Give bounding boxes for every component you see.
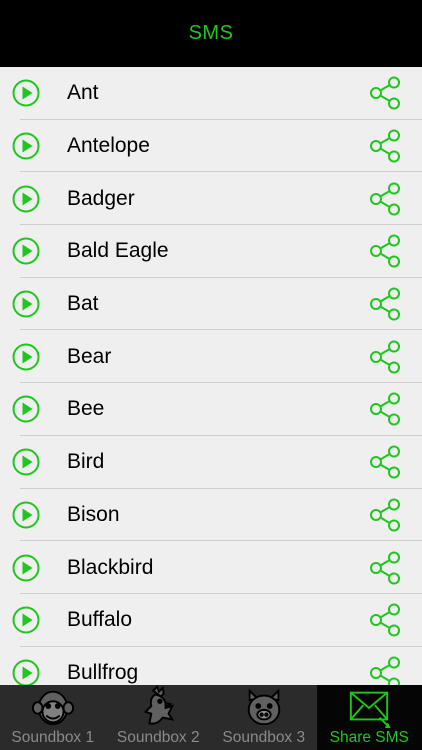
share-icon[interactable] xyxy=(368,550,403,585)
share-icon[interactable] xyxy=(368,181,403,216)
list-item[interactable]: Bullfrog xyxy=(0,647,422,685)
tab-label: Soundbox 1 xyxy=(11,729,95,746)
monkey-icon xyxy=(31,690,74,726)
list-item[interactable]: Bird xyxy=(0,436,422,489)
item-label: Bee xyxy=(67,397,105,421)
item-label: Blackbird xyxy=(67,555,154,579)
tab-soundbox-3[interactable]: Soundbox 3 xyxy=(211,685,317,750)
list-item[interactable]: Ant xyxy=(0,67,422,120)
share-icon[interactable] xyxy=(368,129,403,164)
play-circle-icon[interactable] xyxy=(12,237,40,265)
share-icon[interactable] xyxy=(368,603,403,638)
item-label: Bear xyxy=(67,344,112,368)
tab-soundbox-1[interactable]: Soundbox 1 xyxy=(0,685,106,750)
item-label: Bald Eagle xyxy=(67,239,169,263)
share-icon[interactable] xyxy=(368,392,403,427)
list-item[interactable]: Bat xyxy=(0,278,422,331)
list-item[interactable]: Bald Eagle xyxy=(0,225,422,278)
play-circle-icon[interactable] xyxy=(12,79,40,107)
list-item[interactable]: Bear xyxy=(0,330,422,383)
list-item[interactable]: Badger xyxy=(0,172,422,225)
envelope-icon xyxy=(350,691,391,729)
play-circle-icon[interactable] xyxy=(12,606,40,634)
share-icon[interactable] xyxy=(368,287,403,322)
list-item[interactable]: Blackbird xyxy=(0,541,422,594)
share-icon[interactable] xyxy=(368,339,403,374)
share-icon[interactable] xyxy=(368,234,403,269)
tab-label: Soundbox 3 xyxy=(222,729,306,746)
list-item[interactable]: Buffalo xyxy=(0,594,422,647)
item-label: Bullfrog xyxy=(67,660,139,684)
play-circle-icon[interactable] xyxy=(12,554,40,582)
item-label: Bat xyxy=(67,292,99,316)
tab-soundbox-2[interactable]: Soundbox 2 xyxy=(106,685,212,750)
tab-label: Soundbox 2 xyxy=(116,729,200,746)
navigation-bar: SMS xyxy=(0,0,422,67)
play-circle-icon[interactable] xyxy=(12,501,40,529)
play-circle-icon[interactable] xyxy=(12,659,40,685)
list-item[interactable]: Antelope xyxy=(0,120,422,173)
play-circle-icon[interactable] xyxy=(12,343,40,371)
share-icon[interactable] xyxy=(368,655,403,685)
pig-icon xyxy=(247,688,281,726)
item-label: Bird xyxy=(67,450,105,474)
sound-list[interactable]: Ant Antelope Badger Bald Eagle Bat Bear Bee Bir… xyxy=(0,67,422,685)
list-item[interactable]: Bee xyxy=(0,383,422,436)
tab-bar: Soundbox 1 Soundbox 2 Soundbox 3 Share S… xyxy=(0,685,422,750)
play-circle-icon[interactable] xyxy=(12,290,40,318)
item-label: Bison xyxy=(67,502,120,526)
tab-label: Share SMS xyxy=(329,729,409,746)
play-circle-icon[interactable] xyxy=(12,132,40,160)
item-label: Buffalo xyxy=(67,608,132,632)
list-item[interactable]: Bison xyxy=(0,489,422,542)
page-title: SMS xyxy=(188,22,234,44)
tab-share-sms[interactable]: Share SMS xyxy=(316,685,422,750)
share-icon[interactable] xyxy=(368,497,403,532)
play-circle-icon[interactable] xyxy=(12,395,40,423)
play-circle-icon[interactable] xyxy=(12,185,40,213)
item-label: Badger xyxy=(67,186,135,210)
item-label: Antelope xyxy=(67,134,150,158)
rooster-icon xyxy=(144,685,175,725)
item-label: Ant xyxy=(67,81,99,105)
share-icon[interactable] xyxy=(368,76,403,111)
play-circle-icon[interactable] xyxy=(12,448,40,476)
share-icon[interactable] xyxy=(368,445,403,480)
